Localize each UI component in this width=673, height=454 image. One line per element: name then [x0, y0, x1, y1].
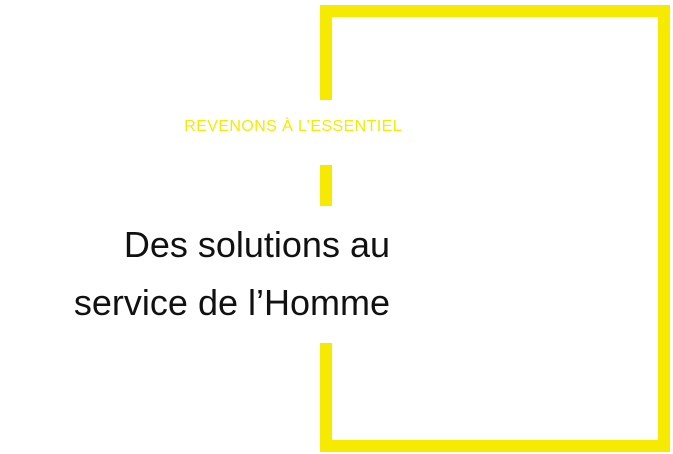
yellow-frame-top [320, 5, 670, 17]
yellow-frame-right [658, 5, 670, 452]
yellow-frame-bottom [320, 440, 670, 452]
hero-headline-line-1: Des solutions au [123, 224, 390, 265]
hero-headline: Des solutions au service de l’Homme [0, 216, 390, 332]
hero-headline-line-2: service de l’Homme [73, 282, 390, 323]
yellow-frame-left-bottom [320, 343, 332, 452]
yellow-frame-left-top [320, 5, 332, 100]
hero-eyebrow: REVENONS À L’ESSENTIEL [184, 118, 402, 135]
yellow-frame-left-middle [320, 165, 332, 206]
